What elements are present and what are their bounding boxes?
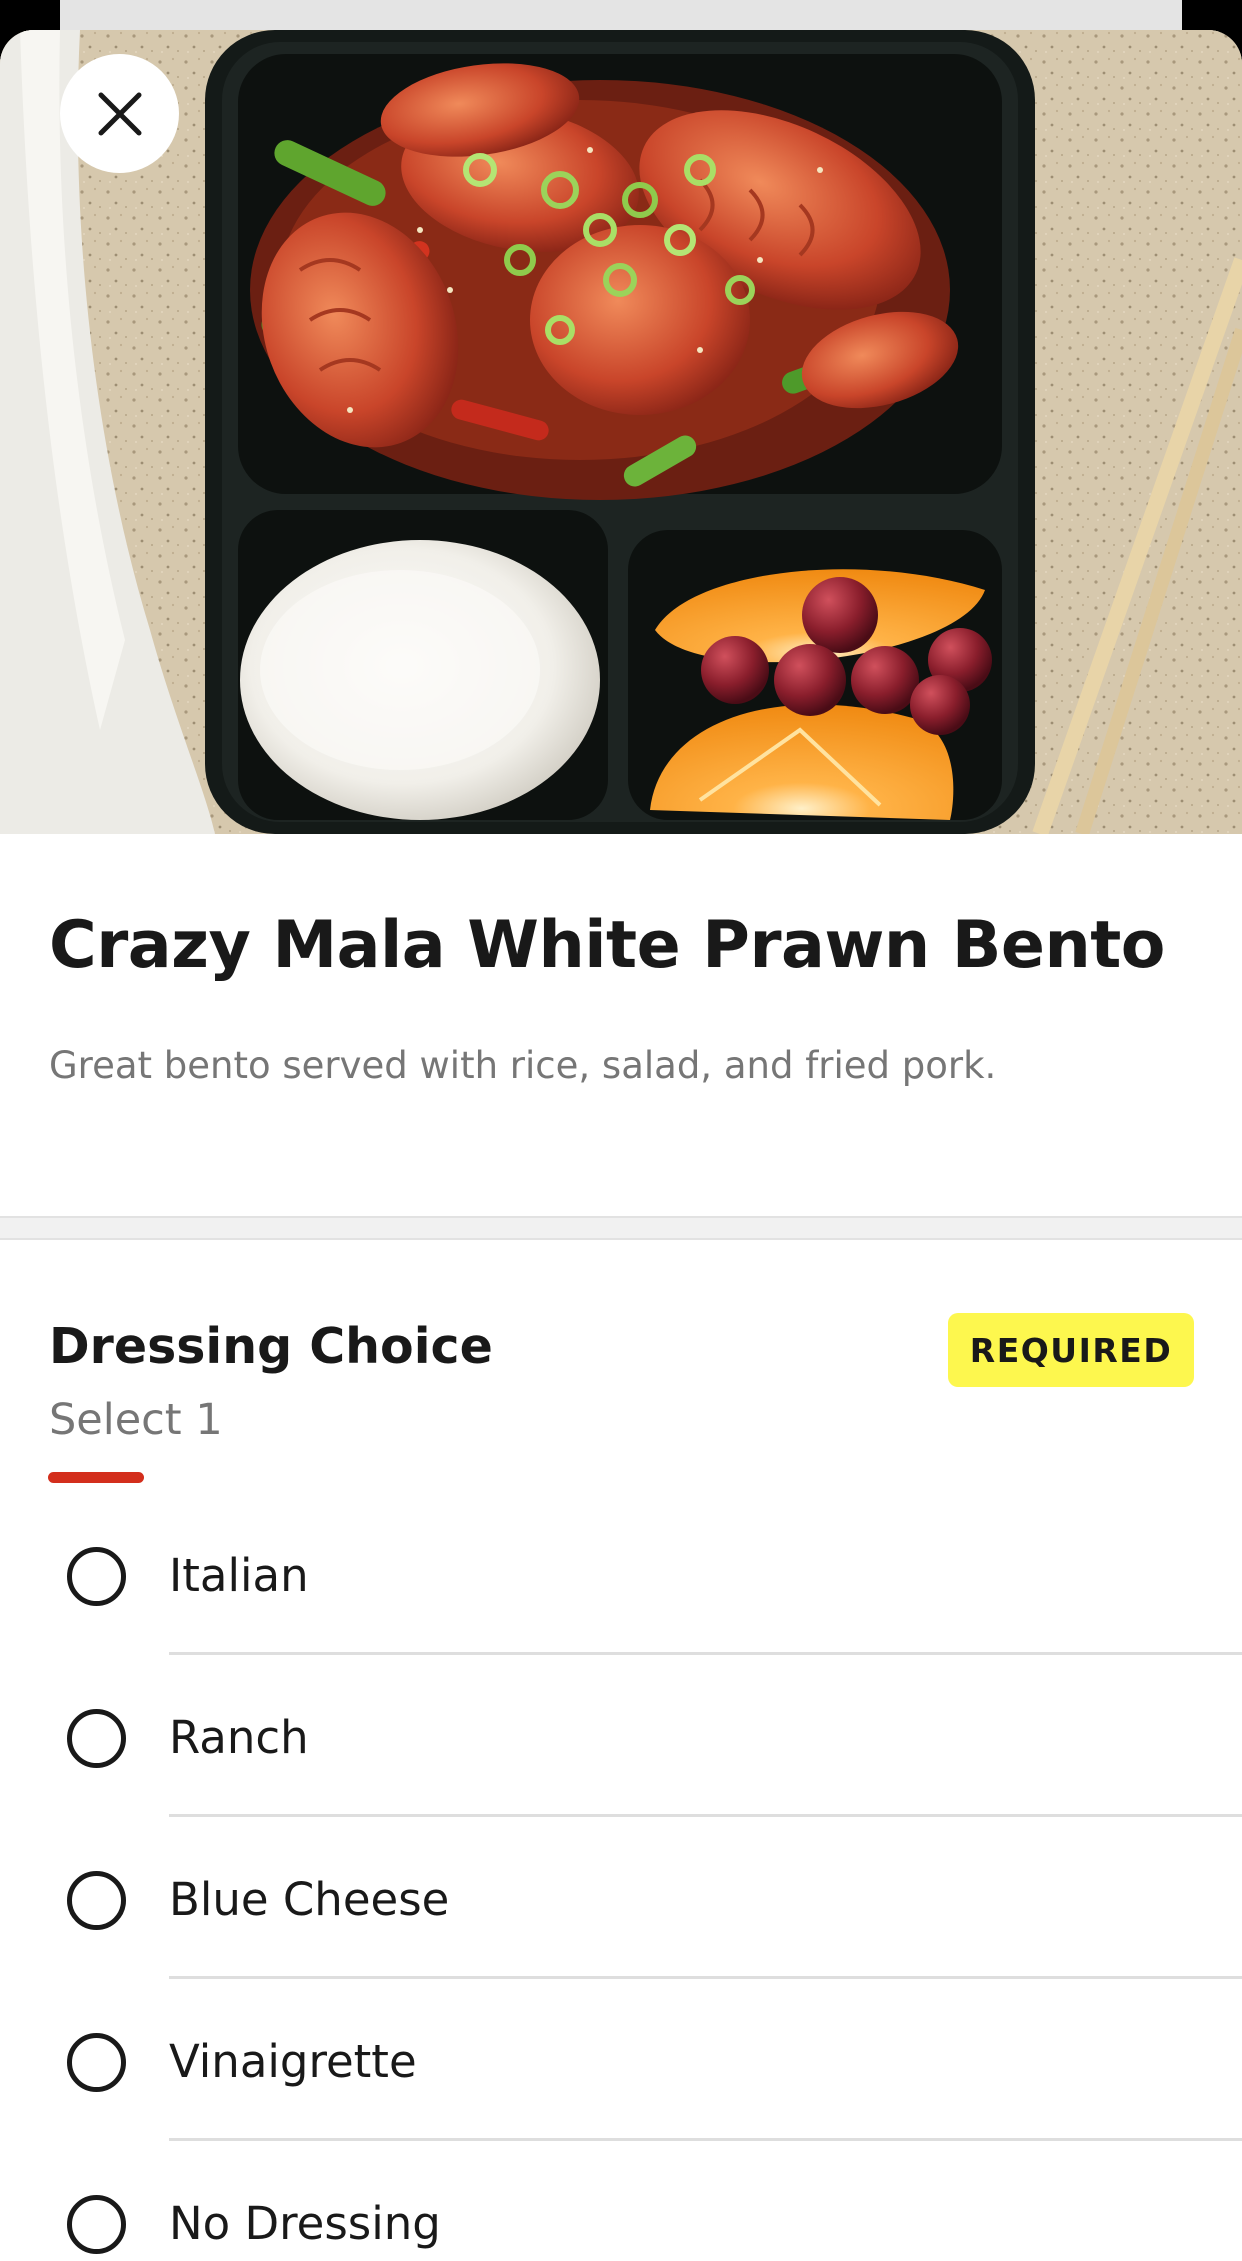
item-description: Great bento served with rice, salad, and… xyxy=(49,1044,997,1087)
option-label: Blue Cheese xyxy=(169,1873,450,1926)
radio-button[interactable] xyxy=(67,1871,126,1930)
option-blue-cheese[interactable]: Blue Cheese xyxy=(0,1817,1242,1979)
close-button[interactable] xyxy=(60,54,179,173)
dressing-options-list: Italian Ranch Blue Cheese Vinaigrette No xyxy=(0,1493,1242,2261)
option-group-underline xyxy=(48,1472,144,1483)
item-title: Crazy Mala White Prawn Bento xyxy=(49,908,1165,983)
close-icon xyxy=(98,92,141,135)
option-label: Vinaigrette xyxy=(169,2035,417,2088)
option-italian[interactable]: Italian xyxy=(0,1493,1242,1655)
required-badge: REQUIRED xyxy=(948,1313,1194,1387)
option-ranch[interactable]: Ranch xyxy=(0,1655,1242,1817)
radio-button[interactable] xyxy=(67,2033,126,2092)
option-label: No Dressing xyxy=(169,2197,441,2250)
bento-photo-illustration xyxy=(0,30,1242,834)
item-photo xyxy=(0,30,1242,834)
item-detail-screen: Crazy Mala White Prawn Bento Great bento… xyxy=(0,0,1242,2261)
item-detail-sheet: Crazy Mala White Prawn Bento Great bento… xyxy=(0,30,1242,2261)
option-label: Italian xyxy=(169,1549,309,1602)
section-divider xyxy=(0,1216,1242,1240)
option-label: Ranch xyxy=(169,1711,309,1764)
option-group-title: Dressing Choice xyxy=(49,1318,493,1375)
option-vinaigrette[interactable]: Vinaigrette xyxy=(0,1979,1242,2141)
option-group-subtitle: Select 1 xyxy=(49,1395,223,1445)
radio-button[interactable] xyxy=(67,2195,126,2254)
radio-button[interactable] xyxy=(67,1547,126,1606)
radio-button[interactable] xyxy=(67,1709,126,1768)
option-no-dressing[interactable]: No Dressing xyxy=(0,2141,1242,2261)
